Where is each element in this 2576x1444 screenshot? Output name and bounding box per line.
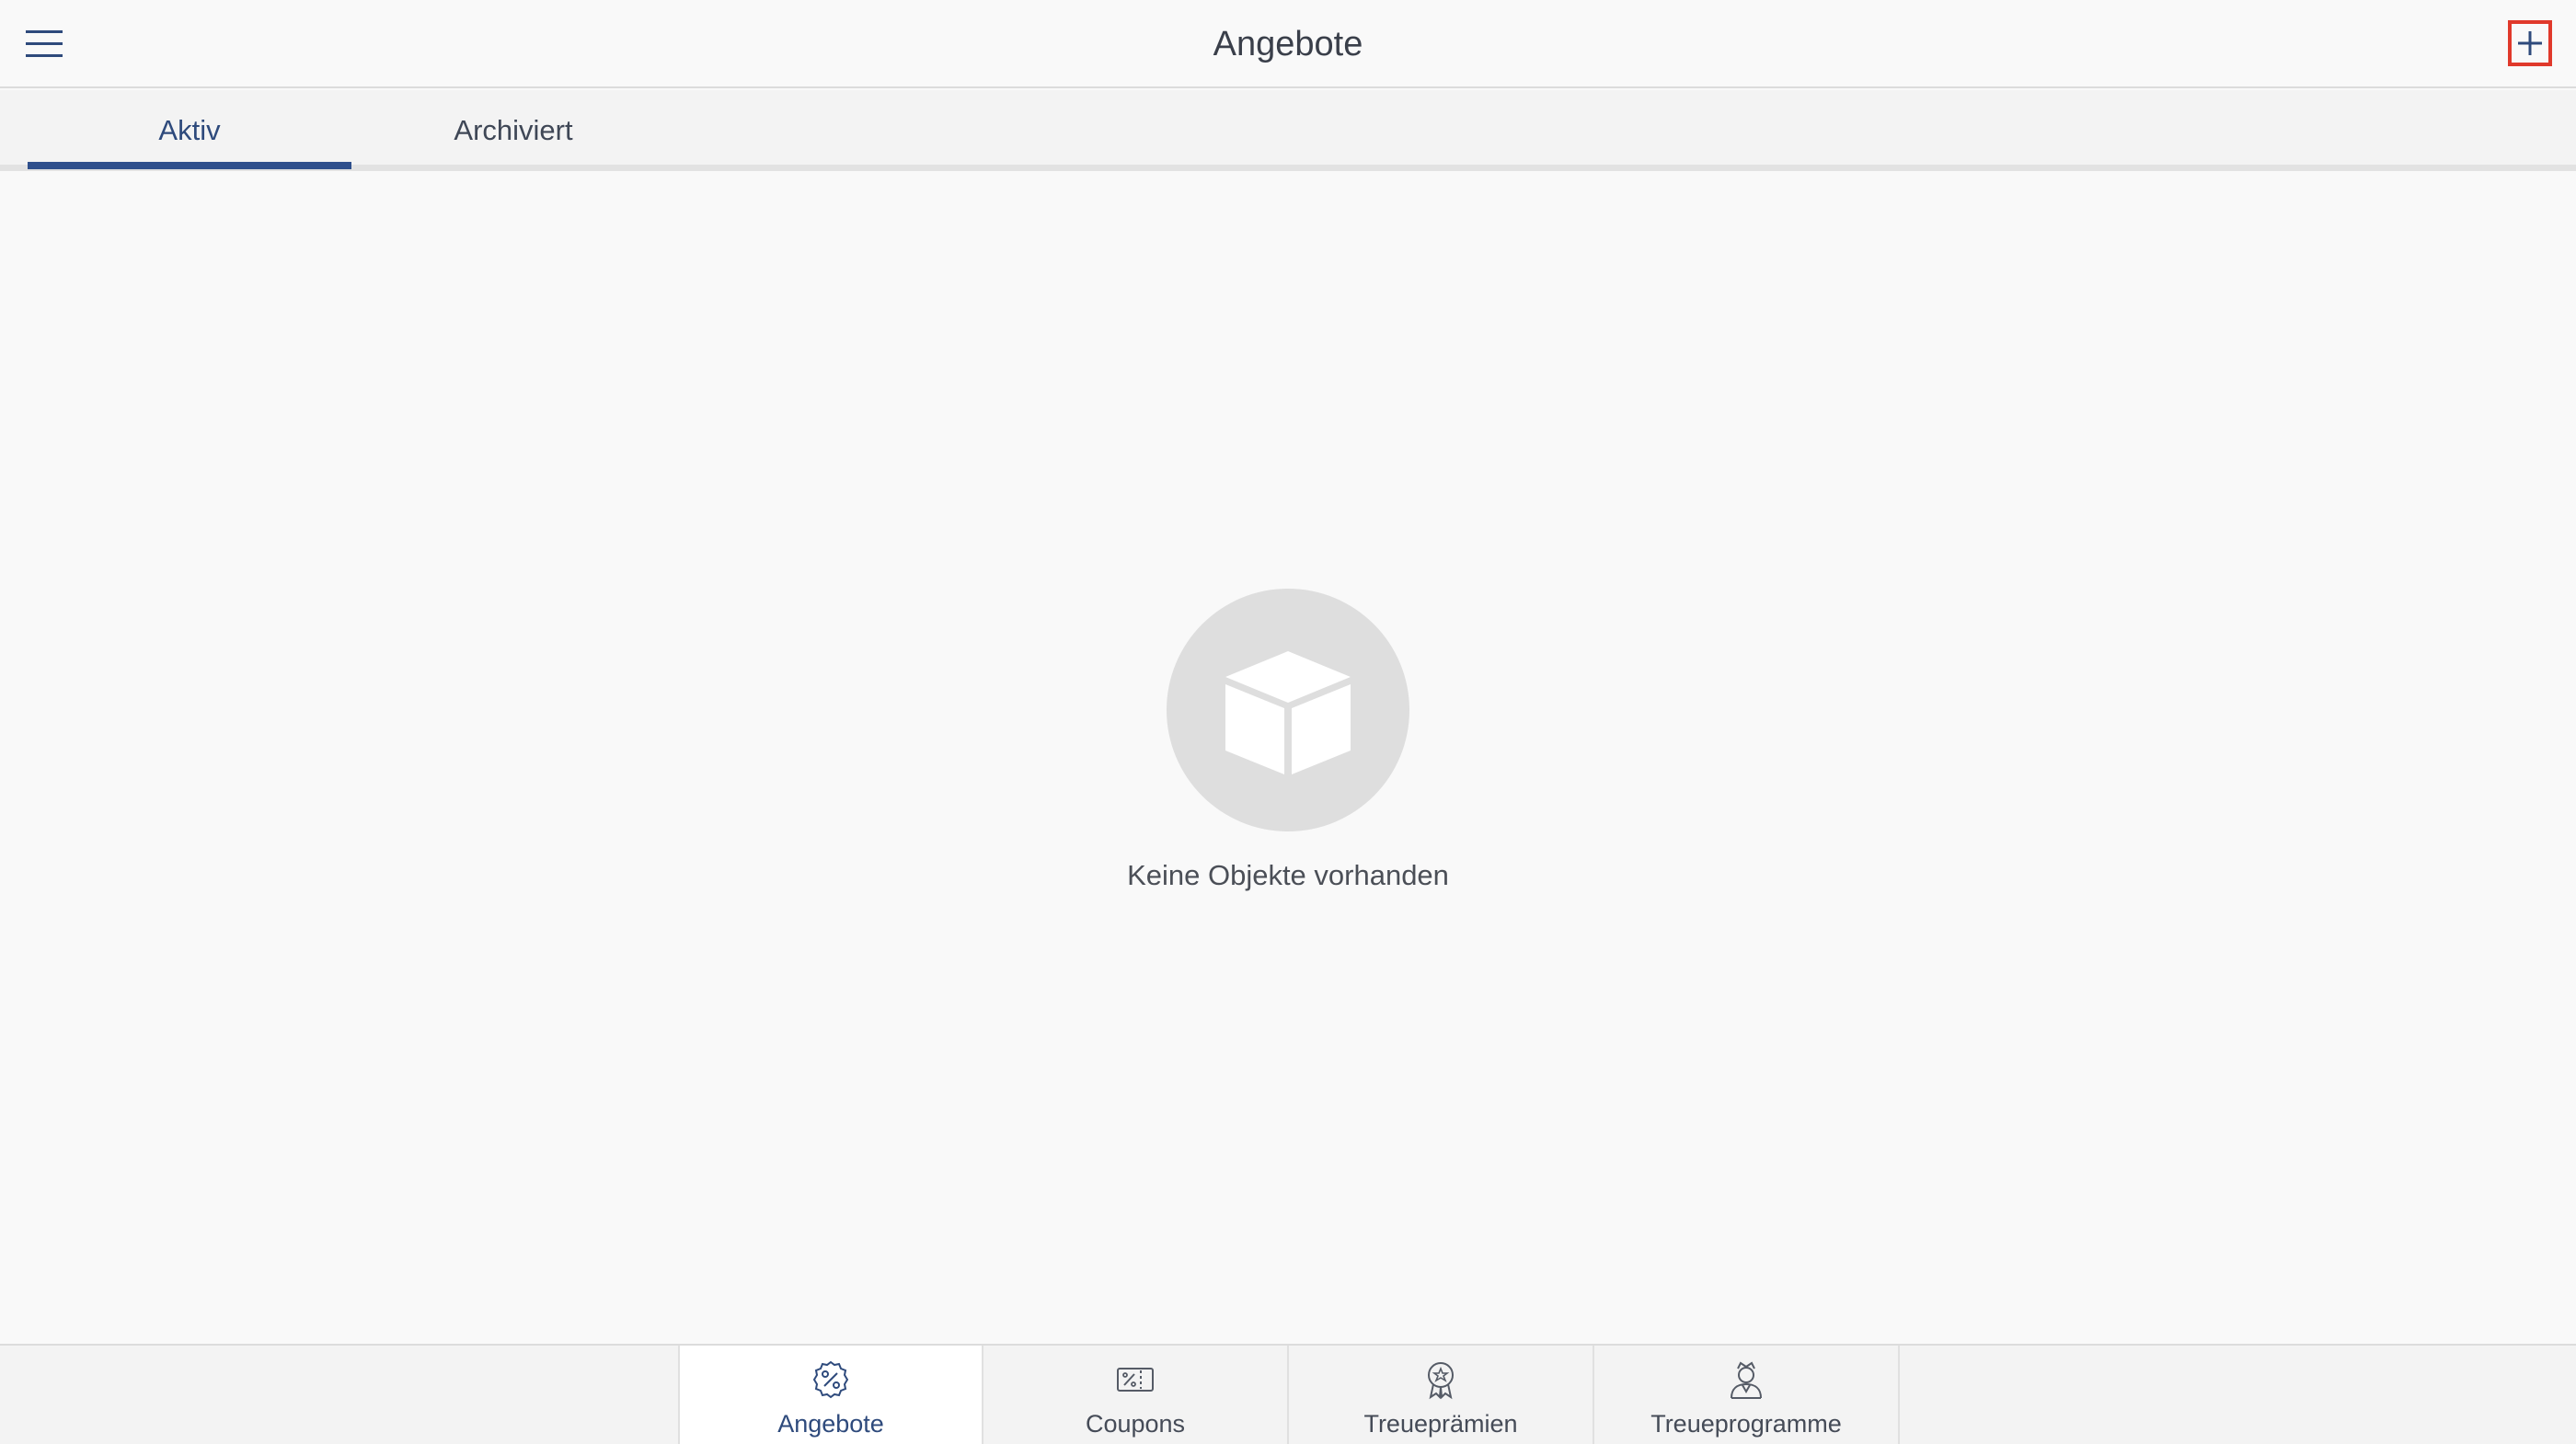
add-button[interactable]: [2508, 20, 2552, 66]
active-tab-indicator: [28, 162, 351, 169]
loyalty-person-icon: [1725, 1358, 1767, 1401]
nav-item-treueprogramme[interactable]: Treueprogramme: [1594, 1346, 1900, 1444]
bottom-navigation: Angebote Coupons Treueprämien Treueprogr…: [0, 1344, 2576, 1444]
nav-label-coupons: Coupons: [1085, 1410, 1186, 1438]
tab-bar: Aktiv Archiviert: [0, 90, 2576, 171]
empty-state-message: Keine Objekte vorhanden: [1127, 859, 1449, 891]
empty-state: Keine Objekte vorhanden: [0, 589, 2576, 892]
menu-button[interactable]: [18, 18, 70, 70]
box-icon: [1225, 651, 1351, 774]
percent-badge-icon: [810, 1358, 852, 1401]
tab-aktiv[interactable]: Aktiv: [28, 90, 351, 171]
hamburger-menu-icon: [26, 30, 63, 57]
nav-label-treueprogramme: Treueprogramme: [1650, 1410, 1842, 1438]
nav-item-coupons[interactable]: Coupons: [983, 1346, 1289, 1444]
top-bar: Angebote: [0, 0, 2576, 88]
nav-label-treuepraemien: Treueprämien: [1363, 1410, 1518, 1438]
award-ribbon-icon: [1420, 1358, 1462, 1401]
nav-label-angebote: Angebote: [777, 1410, 884, 1438]
nav-item-treuepraemien[interactable]: Treueprämien: [1289, 1346, 1594, 1444]
tab-archiviert[interactable]: Archiviert: [351, 90, 675, 171]
empty-state-illustration: [1167, 589, 1409, 831]
nav-item-angebote[interactable]: Angebote: [678, 1346, 983, 1444]
page-title: Angebote: [1213, 25, 1363, 63]
coupon-icon: [1114, 1358, 1156, 1401]
plus-icon: [2518, 31, 2542, 55]
app-root: Angebote Aktiv Archiviert Keine Objekte …: [0, 0, 2576, 1444]
